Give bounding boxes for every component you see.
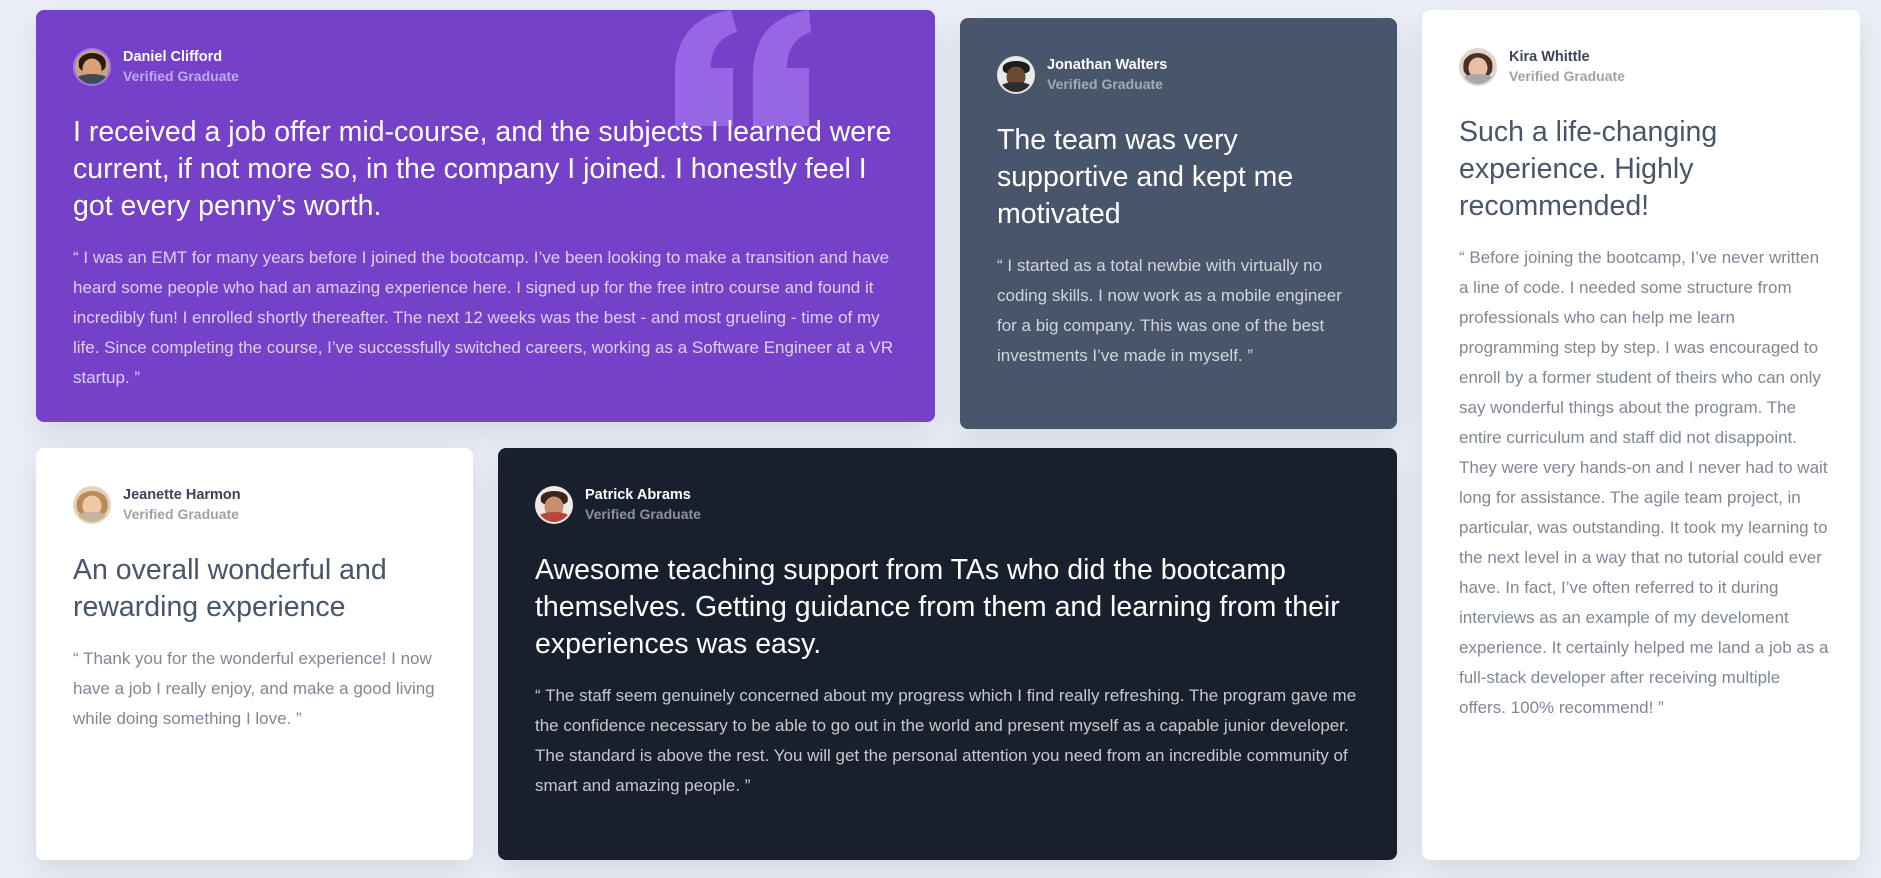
author: Kira Whittle Verified Graduate xyxy=(1459,48,1823,86)
testimonial-card-jonathan-walters: Jonathan Walters Verified Graduate The t… xyxy=(960,18,1397,429)
author-role: Verified Graduate xyxy=(1509,68,1625,84)
author-name: Patrick Abrams xyxy=(585,487,691,503)
author-name: Jonathan Walters xyxy=(1047,57,1168,73)
testimonial-card-patrick-abrams: Patrick Abrams Verified Graduate Awesome… xyxy=(498,448,1397,860)
testimonial-body: “ I was an EMT for many years before I j… xyxy=(73,248,894,387)
testimonial-headline: An overall wonderful and rewarding exper… xyxy=(73,554,387,623)
author: Daniel Clifford Verified Graduate xyxy=(73,48,898,86)
avatar xyxy=(997,56,1035,94)
testimonial-body: “ Before joining the bootcamp, I’ve neve… xyxy=(1459,248,1829,717)
avatar xyxy=(73,48,111,86)
testimonial-card-daniel-clifford: Daniel Clifford Verified Graduate I rece… xyxy=(36,10,935,422)
author-name: Daniel Clifford xyxy=(123,49,223,65)
avatar xyxy=(73,486,111,524)
avatar xyxy=(1459,48,1497,86)
testimonial-headline: Such a life-changing experience. Highly … xyxy=(1459,116,1718,222)
author: Patrick Abrams Verified Graduate xyxy=(535,486,1360,524)
testimonial-headline: I received a job offer mid-course, and t… xyxy=(73,116,892,222)
testimonial-body: “ The staff seem genuinely concerned abo… xyxy=(535,686,1357,795)
author-role: Verified Graduate xyxy=(1047,76,1163,92)
author: Jeanette Harmon Verified Graduate xyxy=(73,486,436,524)
testimonial-headline: Awesome teaching support from TAs who di… xyxy=(535,554,1340,660)
testimonial-body: “ I started as a total newbie with virtu… xyxy=(997,256,1342,365)
author-role: Verified Graduate xyxy=(123,506,239,522)
testimonial-body: “ Thank you for the wonderful experience… xyxy=(73,649,435,728)
author: Jonathan Walters Verified Graduate xyxy=(997,56,1360,94)
avatar xyxy=(535,486,573,524)
testimonial-headline: The team was very supportive and kept me… xyxy=(997,124,1294,230)
author-role: Verified Graduate xyxy=(123,68,239,84)
testimonial-card-jeanette-harmon: Jeanette Harmon Verified Graduate An ove… xyxy=(36,448,473,860)
author-name: Kira Whittle xyxy=(1509,49,1590,65)
author-role: Verified Graduate xyxy=(585,506,701,522)
testimonial-card-kira-whittle: Kira Whittle Verified Graduate Such a li… xyxy=(1422,10,1860,860)
author-name: Jeanette Harmon xyxy=(123,487,241,503)
